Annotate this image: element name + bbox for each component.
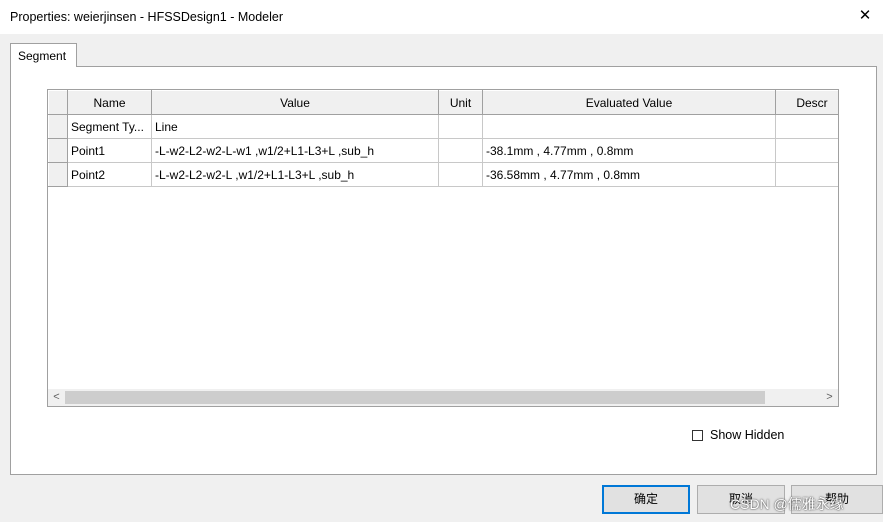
cell-name: Point1 [67,138,152,163]
cell-descr[interactable] [775,138,838,163]
cell-name: Point2 [67,162,152,187]
corner-cell [48,90,68,115]
close-icon[interactable]: ✕ [855,6,875,26]
scroll-right-icon[interactable]: > [821,389,838,406]
column-header-evaluated-value[interactable]: Evaluated Value [482,90,776,115]
cell-evaluated: -38.1mm , 4.77mm , 0.8mm [482,138,776,163]
cell-unit[interactable] [438,162,483,187]
tab-segment-label: Segment [18,49,67,63]
cell-descr[interactable] [775,162,838,187]
column-header-unit[interactable]: Unit [438,90,483,115]
cell-evaluated: -36.58mm , 4.77mm , 0.8mm [482,162,776,187]
cell-value[interactable]: -L-w2-L2-w2-L ,w1/2+L1-L3+L ,sub_h [151,162,439,187]
show-hidden-option[interactable]: Show Hidden [692,428,784,442]
row-header[interactable] [48,114,68,139]
window-title: Properties: weierjinsen - HFSSDesign1 - … [10,10,284,24]
column-header-name[interactable]: Name [67,90,152,115]
table-row[interactable]: Point2 -L-w2-L2-w2-L ,w1/2+L1-L3+L ,sub_… [48,162,838,187]
column-header-value[interactable]: Value [151,90,439,115]
watermark: CSDN @儒雅永缘 [730,496,844,512]
properties-grid: Name Value Unit Evaluated Value Descr Se… [47,89,839,407]
cell-unit[interactable] [438,138,483,163]
table-row[interactable]: Point1 -L-w2-L2-w2-L-w1 ,w1/2+L1-L3+L ,s… [48,138,838,163]
show-hidden-label: Show Hidden [710,428,785,442]
show-hidden-checkbox[interactable] [692,429,703,441]
table-row[interactable]: Segment Ty... Line [48,114,838,139]
scrollbar-thumb[interactable] [65,391,765,404]
cell-unit[interactable] [438,114,483,139]
row-header[interactable] [48,138,68,163]
cell-descr[interactable] [775,114,838,139]
cell-name: Segment Ty... [67,114,152,139]
cell-evaluated [482,114,776,139]
horizontal-scrollbar[interactable]: < > [48,389,838,406]
scroll-left-icon[interactable]: < [48,389,65,406]
tab-segment[interactable]: Segment [10,43,77,67]
cell-value[interactable]: Line [151,114,439,139]
window-titlebar: Properties: weierjinsen - HFSSDesign1 - … [0,0,883,34]
header-row: Name Value Unit Evaluated Value Descr [48,90,838,115]
ok-button[interactable]: 确定 [602,485,690,514]
cell-value[interactable]: -L-w2-L2-w2-L-w1 ,w1/2+L1-L3+L ,sub_h [151,138,439,163]
column-header-description[interactable]: Descr [775,90,838,115]
row-header[interactable] [48,162,68,187]
